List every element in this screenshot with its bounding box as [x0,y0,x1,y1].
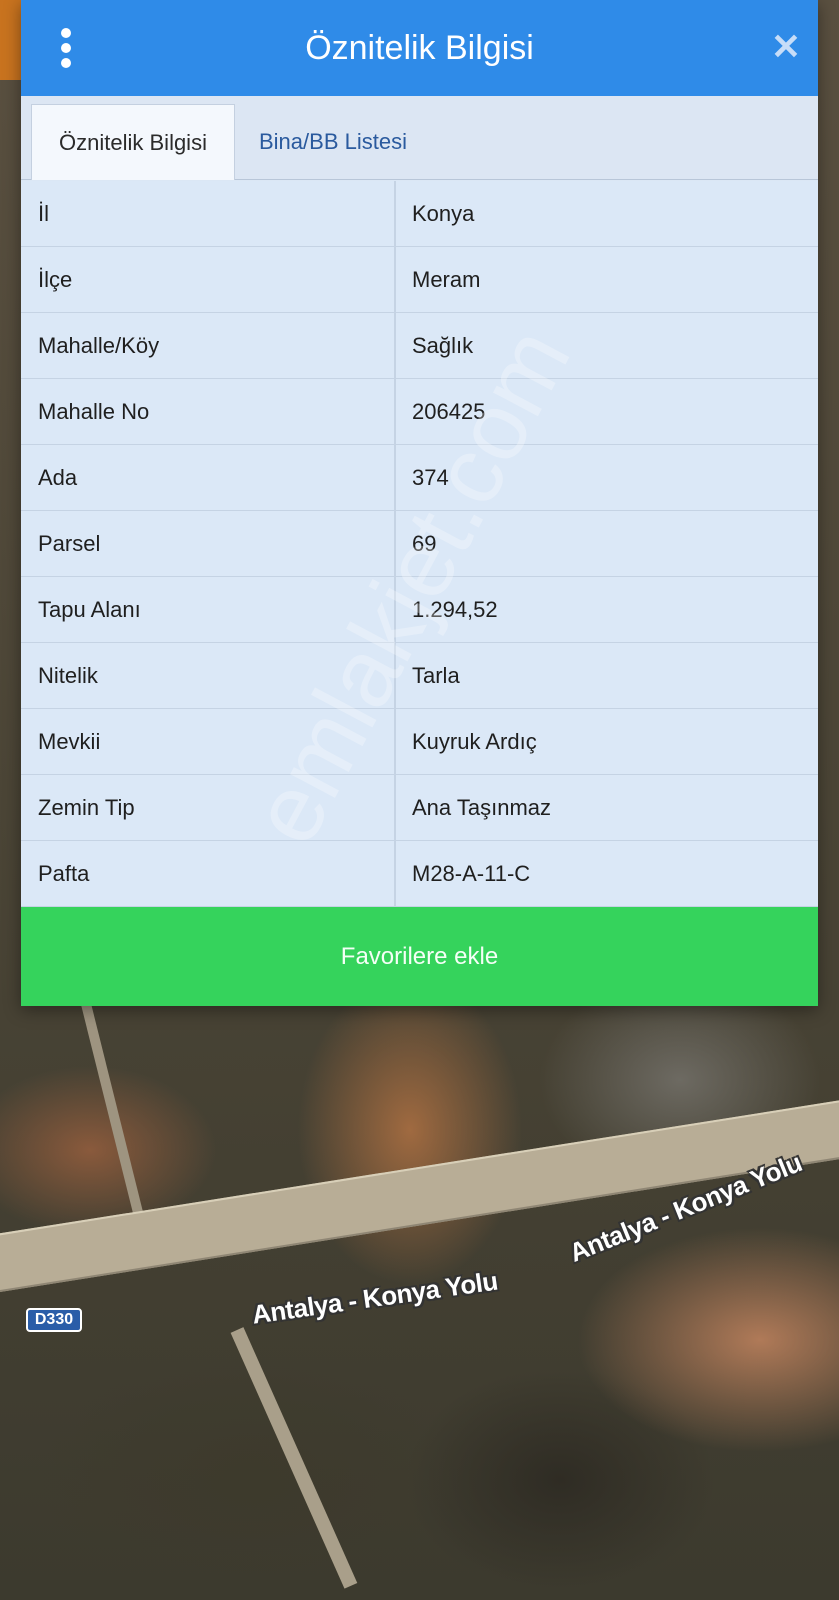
attribute-value: Tarla [412,663,460,688]
attribute-value: Ana Taşınmaz [412,795,552,820]
table-row: Zemin Tip Ana Taşınmaz [21,775,818,841]
tab-bar: Öznitelik Bilgisi Bina/BB Listesi [21,96,818,180]
dialog-title: Öznitelik Bilgisi [305,28,534,67]
attribute-key: Ada [21,445,396,510]
map-edge [0,0,22,80]
table-row: Mahalle/Köy Sağlık [21,313,818,379]
table-row: Mahalle No 206425 [21,379,818,445]
table-row: Pafta M28-A-11-C [21,841,818,907]
attribute-value: 1.294,52 [412,597,498,622]
attribute-key: Zemin Tip [21,775,396,840]
route-badge: D330 [26,1308,82,1332]
attribute-key: Mevkii [21,709,396,774]
attribute-key: Tapu Alanı [21,577,396,642]
table-row: Parsel 69 [21,511,818,577]
table-row: İl Konya [21,181,818,247]
table-row: Ada 374 [21,445,818,511]
attribute-value: Konya [412,201,475,226]
attribute-key: Mahalle/Köy [21,313,396,378]
attribute-value: 374 [412,465,449,490]
table-row: İlçe Meram [21,247,818,313]
table-row: Tapu Alanı 1.294,52 [21,577,818,643]
more-vertical-icon[interactable] [59,28,73,68]
attribute-key: İlçe [21,247,396,312]
attribute-key: İl [21,181,396,246]
table-row: Mevkii Kuyruk Ardıç [21,709,818,775]
attribute-value: 69 [412,531,437,556]
attribute-key: Pafta [21,841,396,906]
attribute-key: Parsel [21,511,396,576]
attribute-value: Meram [412,267,481,292]
attribute-value: Sağlık [412,333,474,358]
attribute-dialog: Öznitelik Bilgisi ✕ Öznitelik Bilgisi Bi… [21,0,818,1006]
attribute-key: Nitelik [21,643,396,708]
attribute-value: Kuyruk Ardıç [412,729,537,754]
add-favorite-button[interactable]: Favorilere ekle [21,907,818,1006]
attribute-value: 206425 [412,399,486,424]
close-icon[interactable]: ✕ [769,29,803,65]
table-row: Nitelik Tarla [21,643,818,709]
attribute-key: Mahalle No [21,379,396,444]
attribute-table: İl Konya İlçe Meram Mahalle/Köy Sağlık M… [21,181,818,907]
tab-bina-bb-listesi[interactable]: Bina/BB Listesi [243,104,423,180]
dialog-header: Öznitelik Bilgisi ✕ [21,0,818,96]
attribute-value: M28-A-11-C [412,861,531,886]
tab-oznitelik-bilgisi[interactable]: Öznitelik Bilgisi [31,104,235,180]
